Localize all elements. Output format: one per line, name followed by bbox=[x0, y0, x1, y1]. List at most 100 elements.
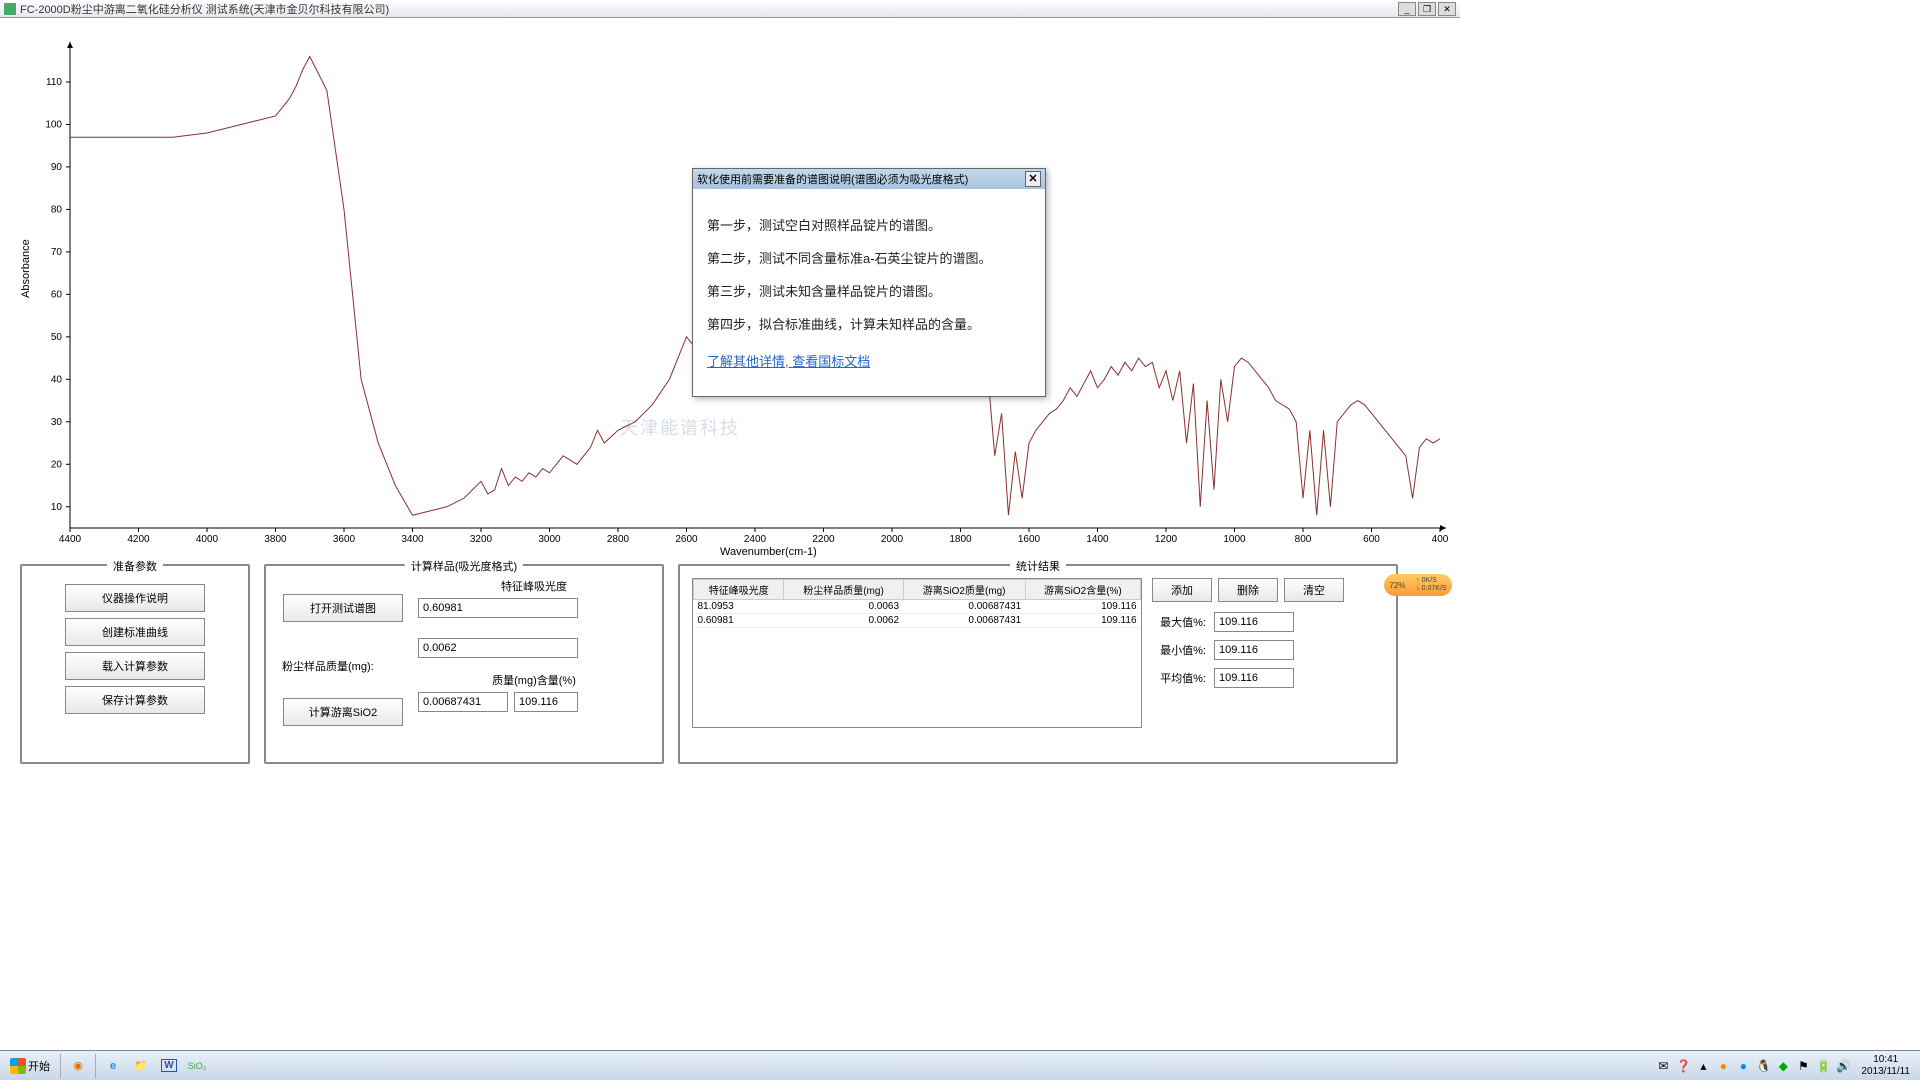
instructions-dialog: 软化使用前需要准备的谱图说明(谱图必须为吸光度格式) ✕ 第一步，测试空白对照样… bbox=[692, 168, 1046, 397]
tray-flag-icon[interactable]: ⚑ bbox=[1795, 1058, 1811, 1074]
delete-button[interactable]: 删除 bbox=[1218, 578, 1278, 602]
minimize-button[interactable]: _ bbox=[1398, 2, 1416, 16]
calculate-sample-panel: 计算样品(吸光度格式) 打开测试谱图 粉尘样品质量(mg): 计算游离SiO2 … bbox=[264, 564, 664, 764]
tray-help-icon[interactable]: ❓ bbox=[1675, 1058, 1691, 1074]
results-table-container[interactable]: 特征峰吸光度粉尘样品质量(mg)游离SiO2质量(mg)游离SiO2含量(%) … bbox=[692, 578, 1142, 728]
table-header: 游离SiO2含量(%) bbox=[1025, 580, 1140, 600]
svg-text:3400: 3400 bbox=[401, 534, 424, 545]
tray-blue-icon[interactable]: ● bbox=[1735, 1058, 1751, 1074]
dialog-link-standard[interactable]: 查看国标文档 bbox=[792, 354, 870, 369]
svg-text:90: 90 bbox=[51, 162, 63, 173]
load-calc-params-button[interactable]: 载入计算参数 bbox=[65, 652, 205, 680]
calculate-sio2-button[interactable]: 计算游离SiO2 bbox=[283, 698, 403, 726]
dust-mass-label: 粉尘样品质量(mg): bbox=[282, 658, 408, 674]
svg-text:4000: 4000 bbox=[196, 534, 219, 545]
stats-panel-legend: 统计结果 bbox=[1010, 558, 1066, 574]
svg-text:100: 100 bbox=[45, 119, 62, 130]
taskbar-word-icon[interactable]: W bbox=[156, 1054, 182, 1078]
svg-text:2200: 2200 bbox=[812, 534, 835, 545]
table-row[interactable]: 81.09530.00630.00687431109.116 bbox=[694, 600, 1141, 614]
peak-absorbance-input[interactable] bbox=[418, 598, 578, 618]
start-button[interactable]: 开始 bbox=[4, 1056, 56, 1076]
max-value-input[interactable] bbox=[1214, 612, 1294, 632]
table-cell: 109.116 bbox=[1025, 600, 1140, 614]
table-cell: 0.0062 bbox=[784, 614, 903, 628]
taskbar-clock[interactable]: 10:41 2013/11/11 bbox=[1855, 1054, 1916, 1078]
svg-text:3000: 3000 bbox=[538, 534, 561, 545]
taskbar-app-2-icon[interactable]: SiO₂ bbox=[184, 1054, 210, 1078]
clear-button[interactable]: 清空 bbox=[1284, 578, 1344, 602]
dialog-step-2: 第二步，测试不同含量标准a-石英尘锭片的谱图。 bbox=[707, 248, 1031, 267]
tray-expand-icon[interactable]: ▴ bbox=[1695, 1058, 1711, 1074]
svg-text:4200: 4200 bbox=[127, 534, 150, 545]
gauge-download: ↓ 0.07K/S bbox=[1416, 585, 1446, 592]
gauge-upload: ↑ 0K/S bbox=[1416, 577, 1437, 584]
svg-text:600: 600 bbox=[1363, 534, 1380, 545]
min-label: 最小值%: bbox=[1152, 642, 1206, 658]
svg-text:1000: 1000 bbox=[1223, 534, 1246, 545]
tray-orange-icon[interactable]: ● bbox=[1715, 1058, 1731, 1074]
sio2-mass-input[interactable] bbox=[418, 692, 508, 712]
svg-text:3800: 3800 bbox=[264, 534, 287, 545]
svg-text:110: 110 bbox=[46, 77, 62, 88]
svg-text:2800: 2800 bbox=[607, 534, 630, 545]
svg-text:3200: 3200 bbox=[470, 534, 493, 545]
min-value-input[interactable] bbox=[1214, 640, 1294, 660]
svg-text:1800: 1800 bbox=[949, 534, 972, 545]
tray-mail-icon[interactable]: ✉ bbox=[1655, 1058, 1671, 1074]
table-cell: 81.0953 bbox=[694, 600, 784, 614]
statistics-panel: 统计结果 特征峰吸光度粉尘样品质量(mg)游离SiO2质量(mg)游离SiO2含… bbox=[678, 564, 1398, 764]
peak-absorbance-label: 特征峰吸光度 bbox=[418, 578, 650, 594]
table-header: 特征峰吸光度 bbox=[694, 580, 784, 600]
tray-volume-icon[interactable]: 🔊 bbox=[1835, 1058, 1851, 1074]
calc-panel-legend: 计算样品(吸光度格式) bbox=[405, 558, 523, 574]
table-row[interactable]: 0.609810.00620.00687431109.116 bbox=[694, 614, 1141, 628]
svg-text:50: 50 bbox=[51, 332, 63, 343]
svg-text:30: 30 bbox=[51, 417, 63, 428]
table-cell: 0.00687431 bbox=[903, 614, 1025, 628]
avg-label: 平均值%: bbox=[1152, 670, 1206, 686]
avg-value-input[interactable] bbox=[1214, 668, 1294, 688]
instrument-instructions-button[interactable]: 仪器操作说明 bbox=[65, 584, 205, 612]
tray-green-icon[interactable]: ◆ bbox=[1775, 1058, 1791, 1074]
table-header: 粉尘样品质量(mg) bbox=[784, 580, 903, 600]
window-titlebar: FC-2000D粉尘中游离二氧化硅分析仪 测试系统(天津市金贝尔科技有限公司) … bbox=[0, 0, 1460, 18]
prepare-panel-legend: 准备参数 bbox=[107, 558, 163, 574]
table-cell: 109.116 bbox=[1025, 614, 1140, 628]
gauge-percent: 72% bbox=[1389, 581, 1405, 590]
sio2-percent-input[interactable] bbox=[514, 692, 578, 712]
prepare-params-panel: 准备参数 仪器操作说明 创建标准曲线 载入计算参数 保存计算参数 bbox=[20, 564, 250, 764]
mass-content-label: 质量(mg)含量(%) bbox=[418, 672, 650, 688]
max-label: 最大值%: bbox=[1152, 614, 1206, 630]
results-table: 特征峰吸光度粉尘样品质量(mg)游离SiO2质量(mg)游离SiO2含量(%) … bbox=[693, 579, 1141, 628]
tray-penguin-icon[interactable]: 🐧 bbox=[1755, 1058, 1771, 1074]
dialog-close-button[interactable]: ✕ bbox=[1025, 171, 1041, 187]
network-speed-gauge[interactable]: 72% ↑ 0K/S ↓ 0.07K/S bbox=[1384, 574, 1452, 596]
dust-mass-input[interactable] bbox=[418, 638, 578, 658]
dialog-step-3: 第三步，测试未知含量样品锭片的谱图。 bbox=[707, 281, 1031, 300]
svg-text:800: 800 bbox=[1295, 534, 1312, 545]
svg-text:2400: 2400 bbox=[744, 534, 767, 545]
create-standard-curve-button[interactable]: 创建标准曲线 bbox=[65, 618, 205, 646]
svg-text:400: 400 bbox=[1432, 534, 1449, 545]
close-button[interactable]: ✕ bbox=[1438, 2, 1456, 16]
svg-text:2000: 2000 bbox=[881, 534, 904, 545]
svg-text:40: 40 bbox=[51, 374, 63, 385]
dialog-step-4: 第四步，拟合标准曲线，计算未知样品的含量。 bbox=[707, 314, 1031, 333]
save-calc-params-button[interactable]: 保存计算参数 bbox=[65, 686, 205, 714]
window-title: FC-2000D粉尘中游离二氧化硅分析仪 测试系统(天津市金贝尔科技有限公司) bbox=[20, 1, 1398, 17]
table-cell: 0.0063 bbox=[784, 600, 903, 614]
tray-battery-icon[interactable]: 🔋 bbox=[1815, 1058, 1831, 1074]
svg-text:3600: 3600 bbox=[333, 534, 356, 545]
add-button[interactable]: 添加 bbox=[1152, 578, 1212, 602]
maximize-button[interactable]: ❐ bbox=[1418, 2, 1436, 16]
taskbar-ie-icon[interactable]: e bbox=[100, 1054, 126, 1078]
dialog-link-details[interactable]: 了解其他详情, bbox=[707, 354, 789, 369]
open-test-spectrum-button[interactable]: 打开测试谱图 bbox=[283, 594, 403, 622]
taskbar-explorer-icon[interactable]: 📁 bbox=[128, 1054, 154, 1078]
table-cell: 0.00687431 bbox=[903, 600, 1025, 614]
dialog-titlebar[interactable]: 软化使用前需要准备的谱图说明(谱图必须为吸光度格式) ✕ bbox=[693, 169, 1045, 189]
clock-time: 10:41 bbox=[1861, 1054, 1910, 1066]
table-header: 游离SiO2质量(mg) bbox=[903, 580, 1025, 600]
taskbar-app-1-icon[interactable]: ◉ bbox=[65, 1054, 91, 1078]
